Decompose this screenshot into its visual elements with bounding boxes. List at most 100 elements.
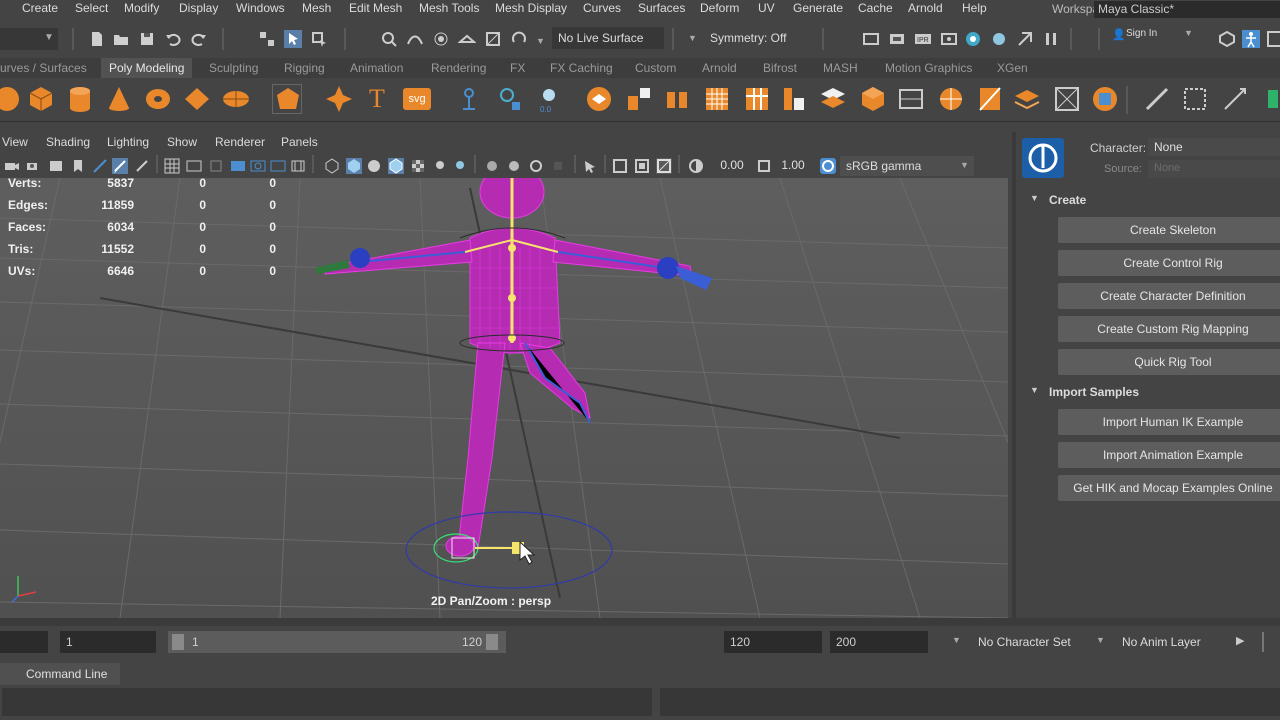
redo-icon[interactable] [190,30,208,48]
mirror-icon[interactable] [1052,84,1082,114]
shadows-icon[interactable] [452,158,468,174]
color-management-icon[interactable] [820,158,836,174]
snap-point-icon[interactable] [432,30,450,48]
menu-mesh-display[interactable]: Mesh Display [495,0,567,18]
menu-surfaces[interactable]: Surfaces [638,0,685,18]
fill-hole-icon[interactable] [858,84,888,114]
quad-draw-icon[interactable] [1090,84,1120,114]
create-skeleton-button[interactable]: Create Skeleton [1058,217,1280,243]
character-dropdown[interactable]: None [1148,138,1280,156]
new-scene-icon[interactable] [88,30,106,48]
2d-pan-zoom-icon[interactable] [92,158,108,174]
gamma-field[interactable]: 1.00 [776,158,810,172]
create-control-rig-button[interactable]: Create Control Rig [1058,250,1280,276]
menu-deform[interactable]: Deform [700,0,739,18]
sculpt-brush-icon[interactable] [1220,84,1250,114]
isolate-select-icon[interactable] [582,158,598,174]
image-plane-icon[interactable] [70,158,86,174]
poly-plane-icon[interactable] [182,84,212,114]
view-transform-dropdown[interactable]: sRGB gamma ▼ [840,156,974,176]
live-surface-field[interactable]: No Live Surface [552,27,664,49]
menu-help[interactable]: Help [962,0,987,18]
select-hierarchy-icon[interactable] [258,30,276,48]
cylindrical-map-icon[interactable] [974,84,1004,114]
import-samples-section-title[interactable]: Import Samples [1049,385,1139,399]
tab-animation[interactable]: Animation [350,58,403,78]
playback-start-field[interactable]: 1 [60,631,156,653]
collapse-triangle-icon[interactable]: ▼ [1030,193,1039,203]
film-gate-icon[interactable] [186,158,202,174]
tab-fx[interactable]: FX [510,58,525,78]
select-object-icon[interactable] [284,30,302,48]
snap-grid-icon[interactable] [380,30,398,48]
menu-cache[interactable]: Cache [858,0,893,18]
svg-icon[interactable]: svg [402,84,432,114]
bridge-icon[interactable] [624,84,654,114]
menu-lighting[interactable]: Lighting [107,135,149,149]
snap-view-plane-icon[interactable] [457,30,477,48]
create-character-definition-button[interactable]: Create Character Definition [1058,283,1280,309]
camera-attributes-icon[interactable] [26,158,42,174]
open-scene-icon[interactable] [112,30,130,48]
range-start-handle[interactable] [172,634,184,650]
poly-type-icon[interactable]: T [363,84,393,114]
workspace-dropdown[interactable]: Maya Classic* [1094,1,1280,18]
menu-select[interactable]: Select [75,0,108,18]
screen-space-ao-icon[interactable] [484,158,500,174]
menu-uv[interactable]: UV [758,0,775,18]
menu-edit-mesh[interactable]: Edit Mesh [349,0,402,18]
gate-mask-icon[interactable] [230,158,246,174]
create-section-title[interactable]: Create [1049,193,1086,207]
tab-sculpting[interactable]: Sculpting [209,58,258,78]
poly-torus-icon[interactable] [143,84,173,114]
poly-disc-icon[interactable] [221,84,251,114]
paint-tool-icon[interactable] [1142,84,1172,114]
import-animation-example-button[interactable]: Import Animation Example [1058,442,1280,468]
menu-show[interactable]: Show [167,135,197,149]
menu-panels[interactable]: Panels [281,135,318,149]
offset-loop-icon[interactable] [778,84,808,114]
grid-icon[interactable] [164,158,180,174]
snap-curve-icon[interactable] [406,30,424,48]
insert-edge-loop-icon[interactable] [742,84,772,114]
menu-create[interactable]: Create [22,0,58,18]
get-hik-mocap-examples-button[interactable]: Get HIK and Mocap Examples Online [1058,475,1280,501]
modeling-toolkit-toggle-icon[interactable] [1218,30,1236,48]
wireframe-on-shaded-icon[interactable] [388,158,404,174]
exposure-field[interactable]: 0.00 [710,158,754,172]
poly-cube-icon[interactable] [26,84,56,114]
range-end-handle[interactable] [486,634,498,650]
undo-icon[interactable] [164,30,182,48]
make-live-icon[interactable] [510,30,528,48]
chevron-down-icon[interactable]: ▼ [688,33,697,43]
render-current-frame-icon[interactable] [888,30,906,48]
tab-rendering[interactable]: Rendering [431,58,486,78]
uv-editor-icon[interactable] [896,84,926,114]
animation-end-field[interactable]: 200 [830,631,928,653]
command-input[interactable] [2,688,652,716]
ipr-render-icon[interactable]: IPR [914,30,932,48]
tab-motion-graphics[interactable]: Motion Graphics [885,58,972,78]
xray-joints-icon[interactable] [634,158,650,174]
menu-curves[interactable]: Curves [583,0,621,18]
poly-sphere-icon[interactable] [0,84,22,114]
menu-mesh[interactable]: Mesh [302,0,331,18]
chevron-down-icon[interactable]: ▼ [952,635,961,645]
light-editor-icon[interactable] [990,30,1008,48]
safe-action-icon[interactable] [270,158,286,174]
wireframe-icon[interactable] [324,158,340,174]
hik-window-toggle-icon[interactable] [1242,30,1260,48]
poly-cone-icon[interactable] [104,84,134,114]
smooth-icon[interactable]: 0.0 [534,84,564,114]
create-custom-rig-mapping-button[interactable]: Create Custom Rig Mapping [1058,316,1280,342]
render-settings-icon[interactable] [940,30,958,48]
hypershade-icon[interactable] [964,30,982,48]
chevron-down-icon[interactable]: ▼ [536,36,545,46]
menu-modify[interactable]: Modify [124,0,159,18]
snap-live-icon[interactable] [484,30,502,48]
menu-view[interactable]: View [2,135,28,149]
menu-renderer[interactable]: Renderer [215,135,265,149]
automatic-map-icon[interactable] [1012,84,1042,114]
collapse-triangle-icon[interactable]: ▼ [1030,385,1039,395]
attribute-editor-toggle-icon[interactable] [1266,30,1280,48]
